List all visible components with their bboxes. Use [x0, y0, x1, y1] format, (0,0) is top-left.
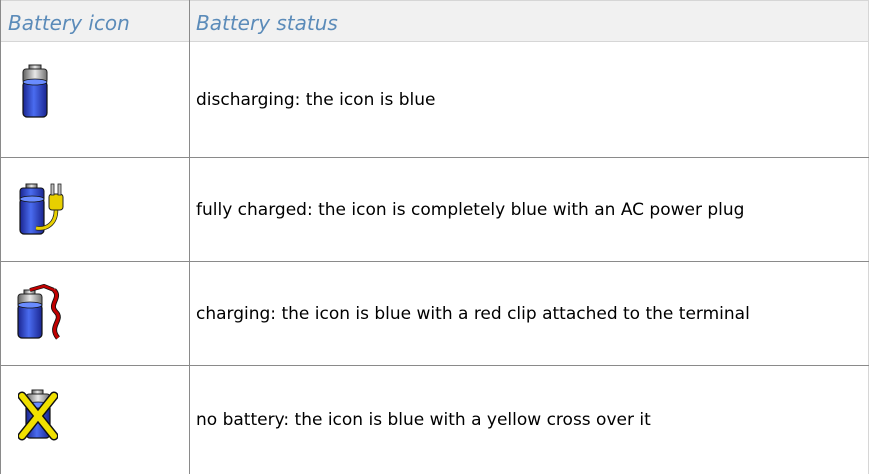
status-text: discharging: the icon is blue	[196, 89, 436, 110]
table-border-top	[0, 0, 869, 1]
row-divider	[0, 157, 869, 158]
battery-charging-icon	[17, 284, 61, 340]
icon-cell	[0, 262, 189, 365]
table-header-row: Battery icon Battery status	[0, 0, 869, 42]
icon-cell	[0, 366, 189, 474]
table-row: discharging: the icon is blue	[0, 42, 869, 157]
table-row: charging: the icon is blue with a red cl…	[0, 262, 869, 365]
status-text: no battery: the icon is blue with a yell…	[196, 410, 651, 430]
icon-cell	[0, 42, 189, 157]
table-row: fully charged: the icon is completely bl…	[0, 158, 869, 261]
battery-status-table: Battery icon Battery status discharging:…	[0, 0, 869, 474]
column-divider	[189, 0, 190, 474]
header-battery-icon: Battery icon	[8, 11, 130, 35]
header-battery-status: Battery status	[196, 11, 338, 35]
row-divider	[0, 365, 869, 366]
status-cell: no battery: the icon is blue with a yell…	[190, 366, 869, 474]
battery-discharging-icon	[22, 64, 48, 118]
status-cell: discharging: the icon is blue	[190, 42, 869, 157]
status-text: fully charged: the icon is completely bl…	[196, 199, 745, 220]
table-row: no battery: the icon is blue with a yell…	[0, 366, 869, 474]
icon-cell	[0, 158, 189, 261]
no-battery-icon	[18, 389, 58, 441]
table-border-left	[0, 0, 1, 474]
status-cell: fully charged: the icon is completely bl…	[190, 158, 869, 261]
status-text: charging: the icon is blue with a red cl…	[196, 303, 750, 324]
row-divider	[0, 261, 869, 262]
status-cell: charging: the icon is blue with a red cl…	[190, 262, 869, 365]
battery-fully-charged-icon	[19, 183, 64, 235]
